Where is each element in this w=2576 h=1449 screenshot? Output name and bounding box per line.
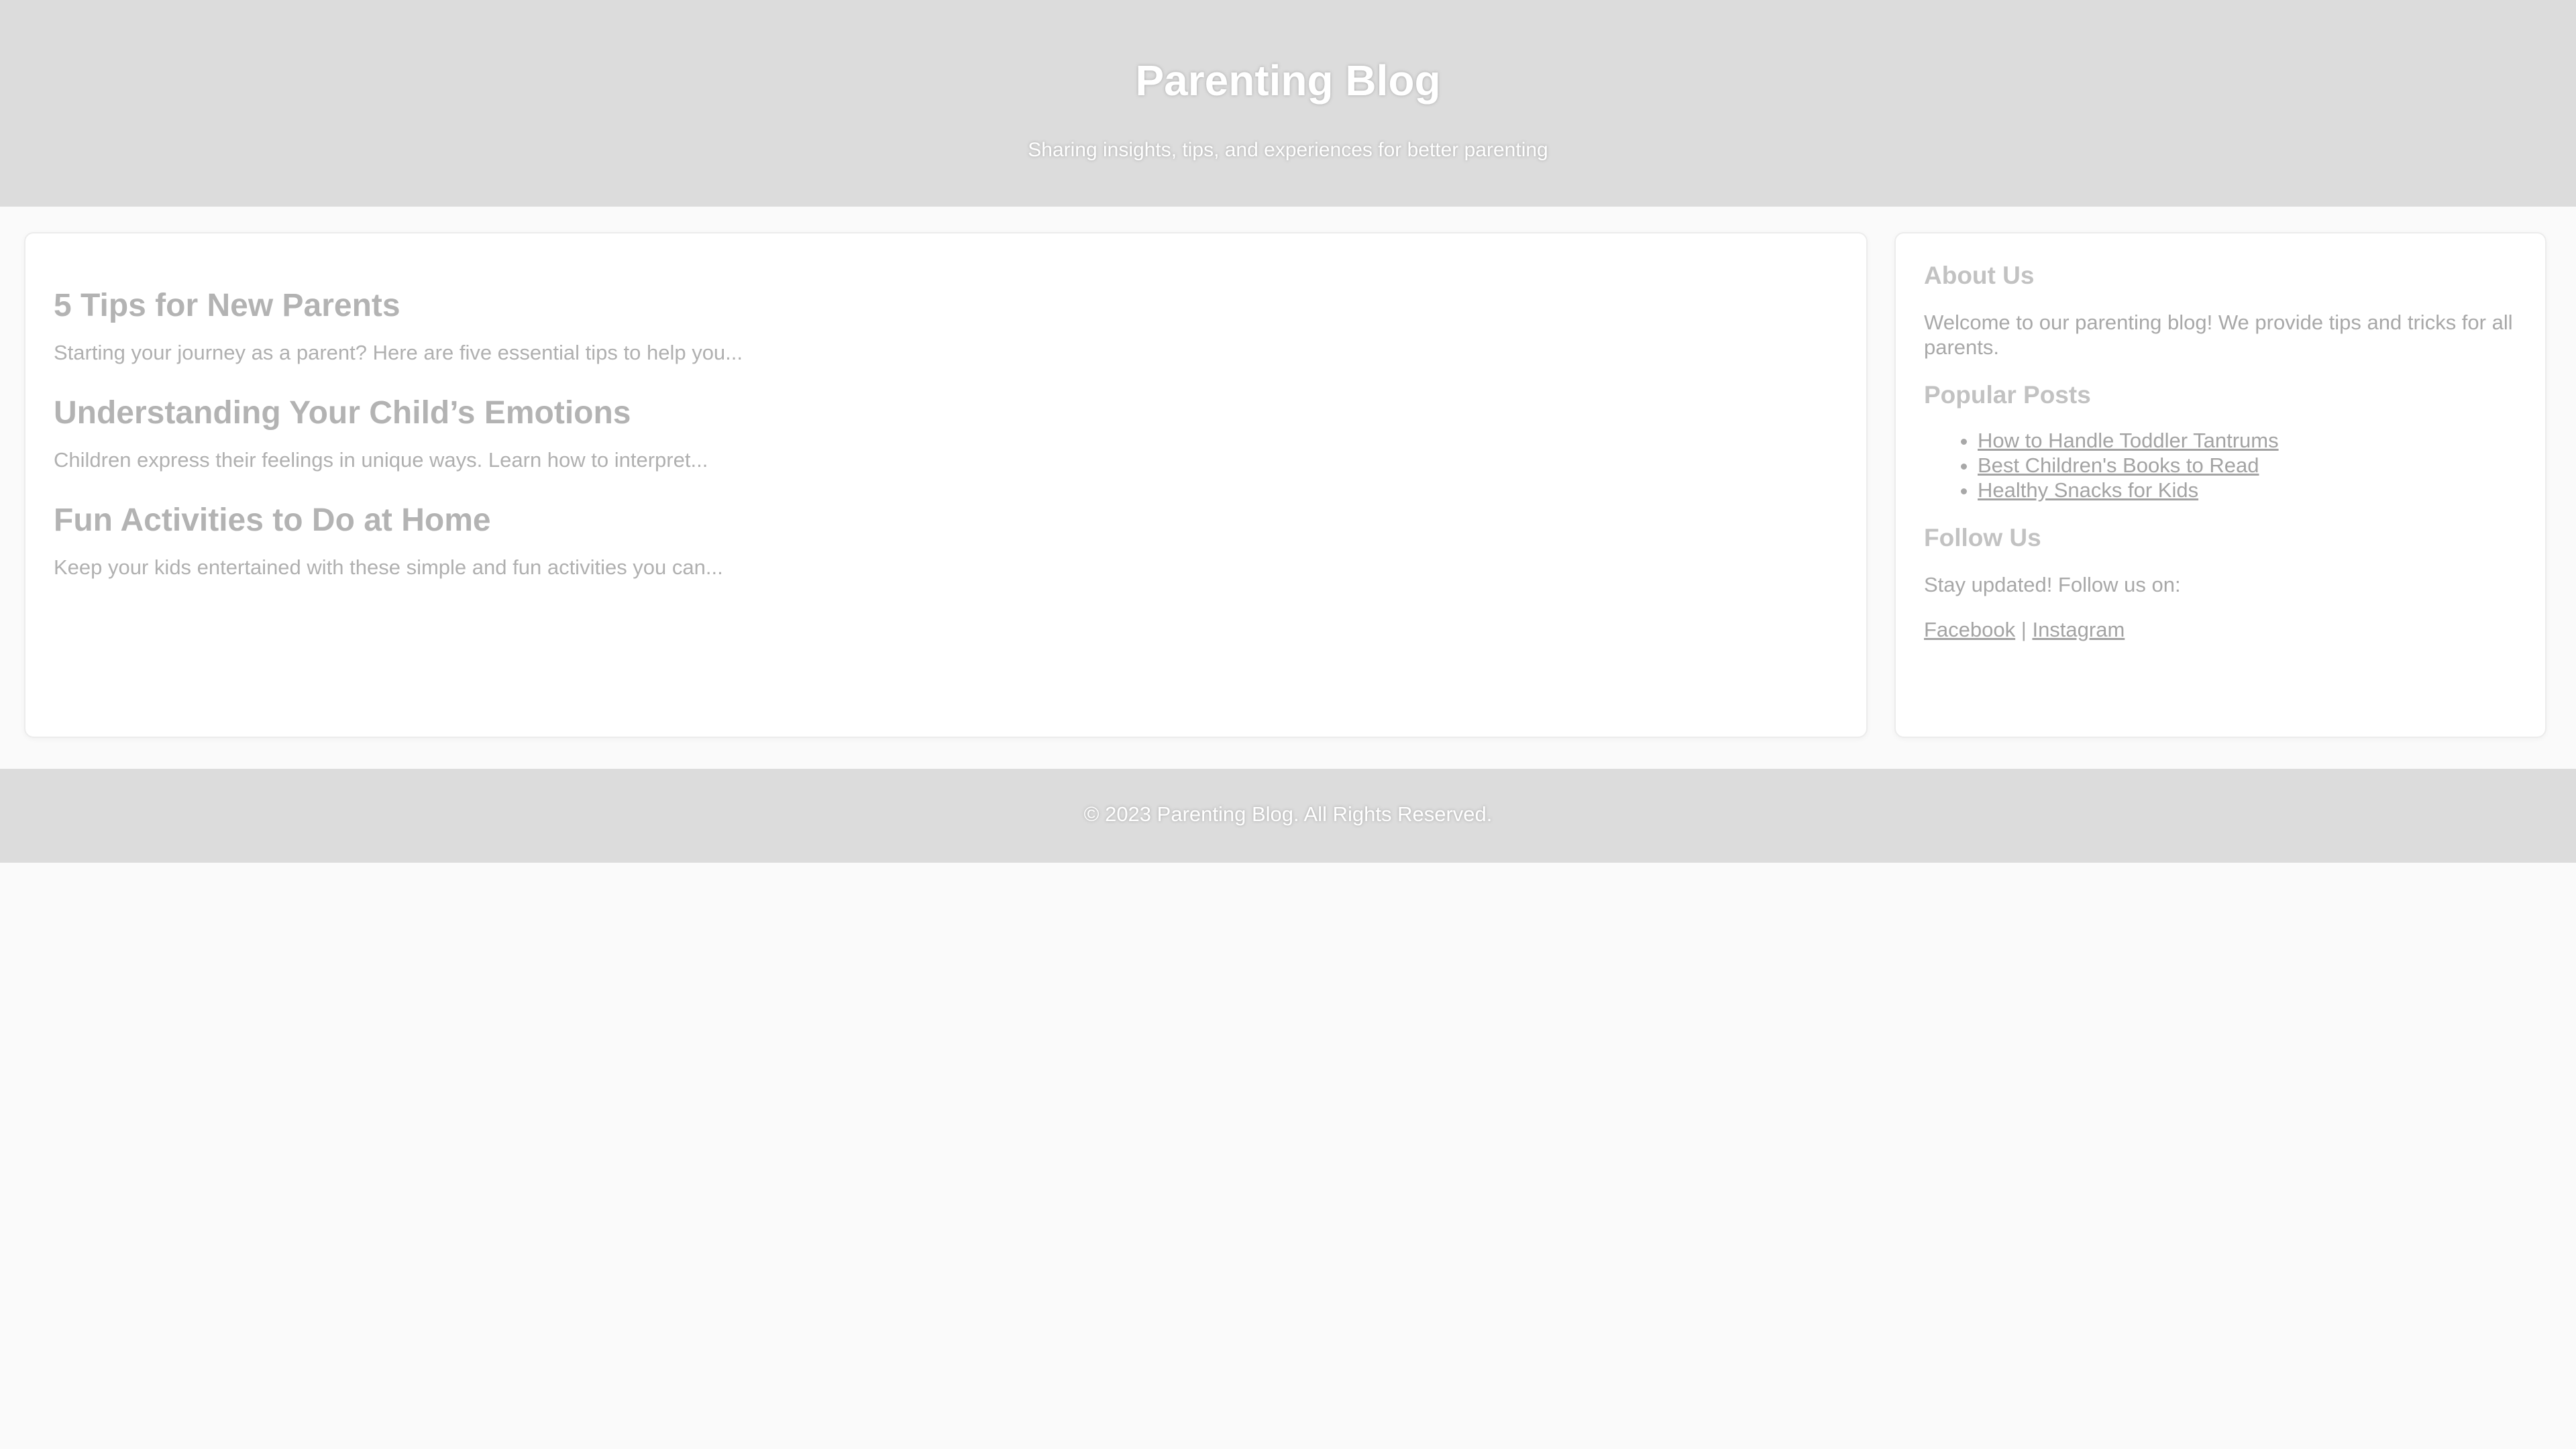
popular-post-item: Best Children's Books to Read: [1978, 453, 2517, 478]
posts-panel: 5 Tips for New Parents Starting your jou…: [24, 232, 1868, 738]
popular-post-item: How to Handle Toddler Tantrums: [1978, 428, 2517, 453]
about-heading: About Us: [1924, 262, 2035, 289]
post-excerpt: Keep your kids entertained with these si…: [54, 555, 723, 579]
facebook-link[interactable]: Facebook: [1924, 618, 2015, 641]
follow-section: Follow Us Stay updated! Follow us on: Fa…: [1924, 523, 2517, 642]
post-item: Understanding Your Child’s Emotions Chil…: [54, 393, 1838, 474]
popular-posts-list: How to Handle Toddler Tantrums Best Chil…: [1924, 428, 2517, 502]
about-text: Welcome to our parenting blog! We provid…: [1924, 311, 2513, 359]
instagram-link[interactable]: Instagram: [2032, 618, 2125, 641]
site-title: Parenting Blog: [1135, 56, 1441, 105]
post-title[interactable]: Understanding Your Child’s Emotions: [54, 393, 1838, 433]
post-item: Fun Activities to Do at Home Keep your k…: [54, 500, 1838, 581]
footer-copyright: © 2023 Parenting Blog. All Rights Reserv…: [1083, 802, 1493, 826]
popular-posts-section: Popular Posts How to Handle Toddler Tant…: [1924, 380, 2517, 502]
post-excerpt: Children express their feelings in uniqu…: [54, 448, 708, 472]
post-excerpt: Starting your journey as a parent? Here …: [54, 341, 743, 364]
post-item: 5 Tips for New Parents Starting your jou…: [54, 286, 1838, 366]
popular-post-link[interactable]: How to Handle Toddler Tantrums: [1978, 429, 2279, 452]
content-area: 5 Tips for New Parents Starting your jou…: [0, 207, 2576, 769]
follow-text: Stay updated! Follow us on:: [1924, 573, 2181, 596]
sidebar: About Us Welcome to our parenting blog! …: [1894, 232, 2546, 738]
popular-post-link[interactable]: Healthy Snacks for Kids: [1978, 478, 2198, 502]
popular-post-item: Healthy Snacks for Kids: [1978, 478, 2517, 502]
follow-heading: Follow Us: [1924, 524, 2041, 551]
site-tagline: Sharing insights, tips, and experiences …: [1028, 139, 1548, 161]
post-title[interactable]: 5 Tips for New Parents: [54, 286, 1838, 326]
popular-posts-heading: Popular Posts: [1924, 381, 2091, 409]
site-header: Parenting Blog Sharing insights, tips, a…: [0, 0, 2576, 207]
social-links: Facebook | Instagram: [1924, 617, 2517, 642]
popular-post-link[interactable]: Best Children's Books to Read: [1978, 453, 2259, 477]
about-section: About Us Welcome to our parenting blog! …: [1924, 260, 2517, 360]
social-separator: |: [2021, 618, 2027, 641]
post-title[interactable]: Fun Activities to Do at Home: [54, 500, 1838, 541]
site-footer: © 2023 Parenting Blog. All Rights Reserv…: [0, 769, 2576, 863]
